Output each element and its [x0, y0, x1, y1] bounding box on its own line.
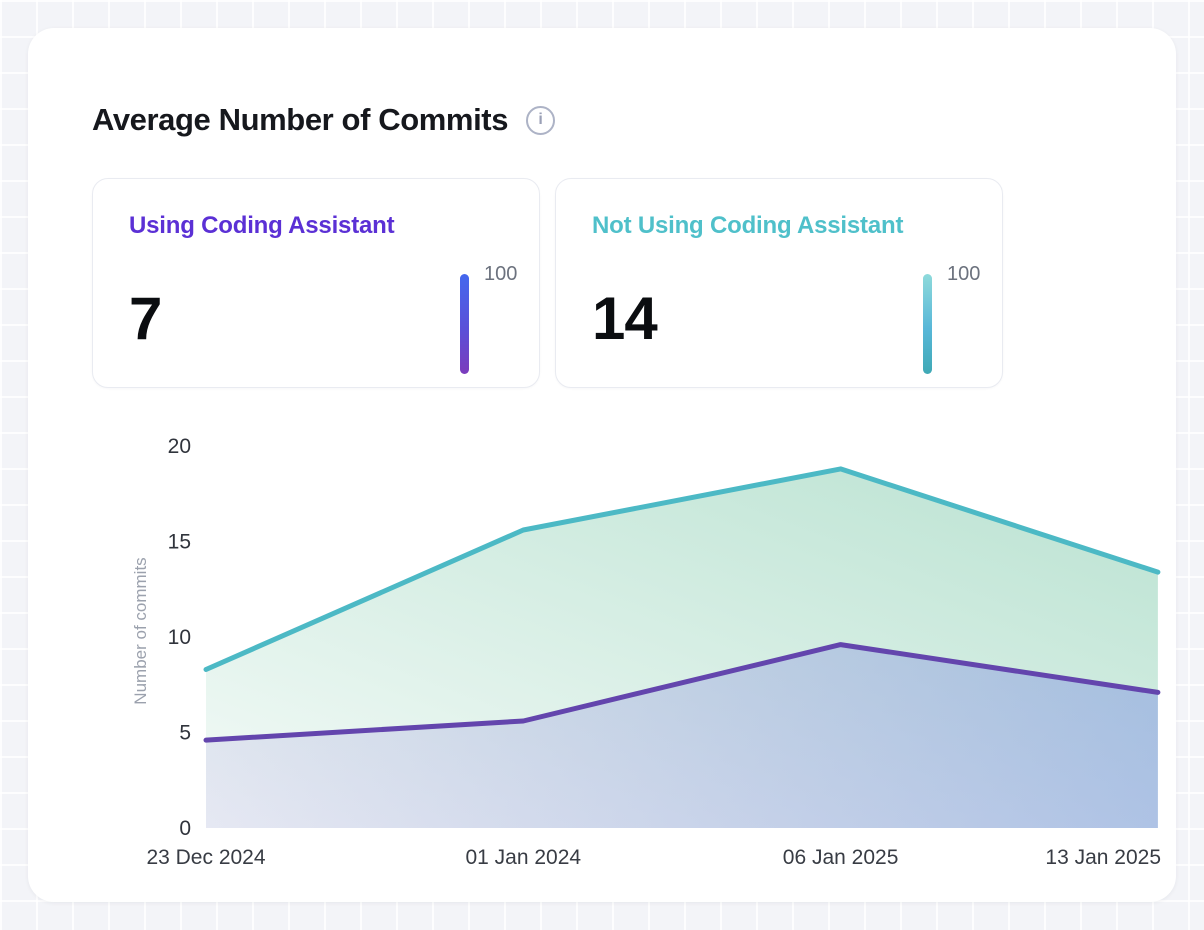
x-tick-label: 23 Dec 2024	[146, 846, 265, 869]
commits-card: Average Number of Commits i Using Coding…	[28, 28, 1176, 902]
y-axis-title: Number of commits	[131, 557, 150, 704]
gauge-bar	[923, 274, 932, 374]
stat-value: 7	[129, 289, 161, 349]
card-header: Average Number of Commits i	[92, 102, 555, 138]
stat-card-not-using-assistant: Not Using Coding Assistant 14 100	[555, 178, 1003, 388]
stat-title: Not Using Coding Assistant	[592, 212, 903, 240]
x-tick-label: 06 Jan 2025	[783, 846, 899, 869]
gauge-scale-label: 100	[947, 263, 980, 286]
info-icon[interactable]: i	[526, 106, 555, 135]
stat-value: 14	[592, 289, 657, 349]
y-tick-label: 0	[179, 817, 191, 840]
page-title: Average Number of Commits	[92, 102, 508, 138]
y-tick-label: 10	[168, 626, 191, 649]
x-tick-label: 13 Jan 2025	[1045, 846, 1161, 869]
y-tick-label: 5	[179, 722, 191, 745]
y-tick-label: 15	[168, 531, 191, 554]
gauge-bar	[460, 274, 469, 374]
gauge-scale-label: 100	[484, 263, 517, 286]
commits-area-chart: 0 5 10 15 20 Number of commits 23 Dec 2024 01 J…	[118, 426, 1188, 876]
stat-card-using-assistant: Using Coding Assistant 7 100	[92, 178, 540, 388]
y-tick-label: 20	[168, 435, 191, 458]
stat-title: Using Coding Assistant	[129, 212, 394, 240]
x-tick-label: 01 Jan 2024	[465, 846, 581, 869]
